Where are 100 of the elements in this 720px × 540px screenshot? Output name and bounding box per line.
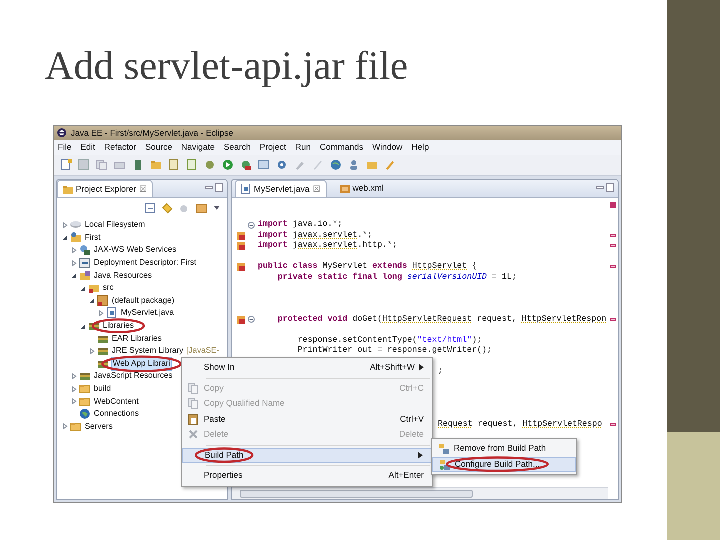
expanded-arrow-icon[interactable] bbox=[80, 322, 86, 330]
tree-item[interactable]: (default package) bbox=[111, 294, 176, 307]
code-line: protected void doGet(HttpServletRequest request, HttpServletRespon bbox=[276, 314, 607, 325]
fold-icon[interactable] bbox=[248, 316, 255, 324]
tree-item-decoration: [JavaSE- bbox=[186, 345, 220, 358]
tree-item[interactable]: JavaScript Resources bbox=[93, 370, 174, 382]
delete-icon bbox=[188, 429, 198, 440]
collapsed-arrow-icon[interactable] bbox=[71, 372, 77, 380]
menu-item[interactable]: Paste bbox=[204, 412, 226, 426]
new-file-icon[interactable] bbox=[60, 159, 72, 171]
explorer-tab[interactable]: Project Explorer ☒ bbox=[57, 180, 154, 197]
code-line: PrintWriter out = response.getWriter(); bbox=[296, 346, 492, 356]
menu-item[interactable]: Search bbox=[224, 141, 251, 154]
collapsed-arrow-icon[interactable] bbox=[71, 246, 77, 254]
menu-item[interactable]: Refactor bbox=[104, 141, 136, 154]
editor-tab[interactable]: MyServlet.java ☒ bbox=[235, 180, 327, 197]
menu-item[interactable]: Source bbox=[145, 141, 172, 154]
person-icon[interactable] bbox=[348, 159, 360, 171]
menu-item[interactable]: Properties bbox=[204, 469, 243, 482]
globe-icon[interactable] bbox=[330, 159, 342, 171]
collapsed-arrow-icon[interactable] bbox=[71, 260, 77, 267]
shortcut-text: Delete bbox=[399, 428, 424, 442]
expanded-arrow-icon[interactable] bbox=[62, 234, 68, 242]
shortcut-text: Alt+Enter bbox=[388, 469, 424, 482]
menu-item[interactable]: Navigate bbox=[181, 141, 215, 154]
code-line: public class MyServlet extends HttpServlet { bbox=[258, 262, 478, 272]
tree-item[interactable]: src bbox=[102, 282, 115, 294]
menu-item[interactable]: File bbox=[58, 141, 72, 154]
menu-item[interactable]: Window bbox=[372, 141, 403, 154]
folder-icon bbox=[79, 396, 91, 408]
menu-item[interactable]: Run bbox=[295, 141, 311, 154]
menu-item[interactable]: Remove from Build Path bbox=[454, 442, 546, 456]
file-icon bbox=[106, 307, 118, 320]
open-folder-icon[interactable] bbox=[366, 159, 378, 171]
xml-file-icon bbox=[340, 184, 350, 194]
warning-marker[interactable] bbox=[610, 234, 616, 236]
collapsed-arrow-icon[interactable] bbox=[62, 423, 68, 430]
editor-tab[interactable]: web.xml bbox=[334, 180, 389, 197]
folder-icon bbox=[88, 282, 100, 294]
tree-item[interactable]: WebContent bbox=[93, 396, 140, 408]
expanded-arrow-icon[interactable] bbox=[89, 297, 95, 304]
project-icon bbox=[70, 232, 82, 244]
folder-icon[interactable] bbox=[150, 159, 162, 171]
collapse-all-icon[interactable] bbox=[145, 202, 157, 214]
menu-item[interactable]: Show In bbox=[204, 361, 235, 374]
code-line: import javax.servlet.*; bbox=[258, 230, 373, 241]
collapsed-arrow-icon[interactable] bbox=[89, 348, 95, 355]
code-line: import java.io.*; bbox=[258, 220, 343, 230]
menu-item[interactable]: Commands bbox=[320, 141, 364, 154]
minimize-maximize-icon[interactable] bbox=[596, 183, 615, 193]
code-line: response.setContentType("text/html"); bbox=[296, 336, 482, 346]
tree-item[interactable]: Local Filesystem bbox=[84, 219, 146, 232]
warning-marker[interactable] bbox=[610, 318, 616, 320]
code-line: ; bbox=[438, 367, 443, 378]
copy-icon[interactable] bbox=[96, 159, 108, 171]
fold-icon[interactable] bbox=[248, 222, 255, 229]
code-line: Request request, HttpServletRespo bbox=[438, 420, 602, 430]
tree-item[interactable]: build bbox=[93, 382, 112, 396]
folder-icon bbox=[70, 420, 82, 433]
shortcut-text: Alt+Shift+W bbox=[370, 361, 415, 374]
folder-icon bbox=[79, 383, 91, 396]
globe-icon bbox=[79, 408, 91, 420]
warning-marker[interactable] bbox=[610, 265, 616, 268]
tree-item[interactable]: Java Resources bbox=[93, 270, 154, 282]
tree-item[interactable]: JRE System Library bbox=[111, 345, 185, 358]
window-title: Java EE - First/src/MyServlet.java - Eclipse bbox=[71, 126, 234, 140]
menu-item[interactable]: Project bbox=[260, 141, 286, 154]
shortcut-text: Ctrl+C bbox=[400, 382, 424, 395]
tree-item[interactable]: JAX-WS Web Services bbox=[93, 244, 178, 257]
folder-icon bbox=[79, 270, 91, 282]
menu-item[interactable]: Help bbox=[412, 141, 430, 154]
folder-icon bbox=[63, 184, 73, 194]
java-file-icon bbox=[241, 184, 251, 194]
slide-title: Add servlet-api.jar file bbox=[44, 42, 410, 90]
clipboard-icon bbox=[188, 414, 198, 425]
run-icon[interactable] bbox=[222, 159, 234, 171]
tree-item[interactable]: Connections bbox=[93, 408, 140, 420]
tree-item[interactable]: First bbox=[84, 232, 102, 244]
warning-marker[interactable] bbox=[610, 244, 616, 247]
tree-item[interactable]: MyServlet.java bbox=[120, 307, 176, 320]
copy-icon bbox=[188, 382, 198, 394]
expanded-arrow-icon[interactable] bbox=[80, 284, 86, 292]
shortcut-text: Ctrl+V bbox=[400, 412, 424, 426]
minimize-maximize-icon[interactable] bbox=[205, 183, 224, 193]
warning-marker[interactable] bbox=[610, 422, 616, 426]
expanded-arrow-icon[interactable] bbox=[71, 272, 77, 280]
collapsed-arrow-icon[interactable] bbox=[98, 310, 104, 317]
copy-icon bbox=[188, 398, 198, 410]
collapsed-arrow-icon[interactable] bbox=[71, 398, 77, 406]
tree-item[interactable]: Deployment Descriptor: First bbox=[93, 257, 198, 270]
eclipse-logo-icon bbox=[57, 128, 67, 138]
tree-item[interactable]: Servers bbox=[84, 420, 114, 433]
error-marker[interactable] bbox=[610, 202, 616, 208]
collapsed-arrow-icon[interactable] bbox=[62, 222, 68, 229]
code-line: private static final long serialVersionUID = 1L; bbox=[276, 272, 517, 283]
horizontal-scrollbar[interactable] bbox=[232, 487, 608, 499]
collapsed-arrow-icon[interactable] bbox=[71, 386, 77, 393]
window-icon[interactable] bbox=[258, 159, 270, 171]
menu-item[interactable]: Edit bbox=[80, 141, 96, 154]
tree-item[interactable]: EAR Libraries bbox=[111, 332, 163, 345]
